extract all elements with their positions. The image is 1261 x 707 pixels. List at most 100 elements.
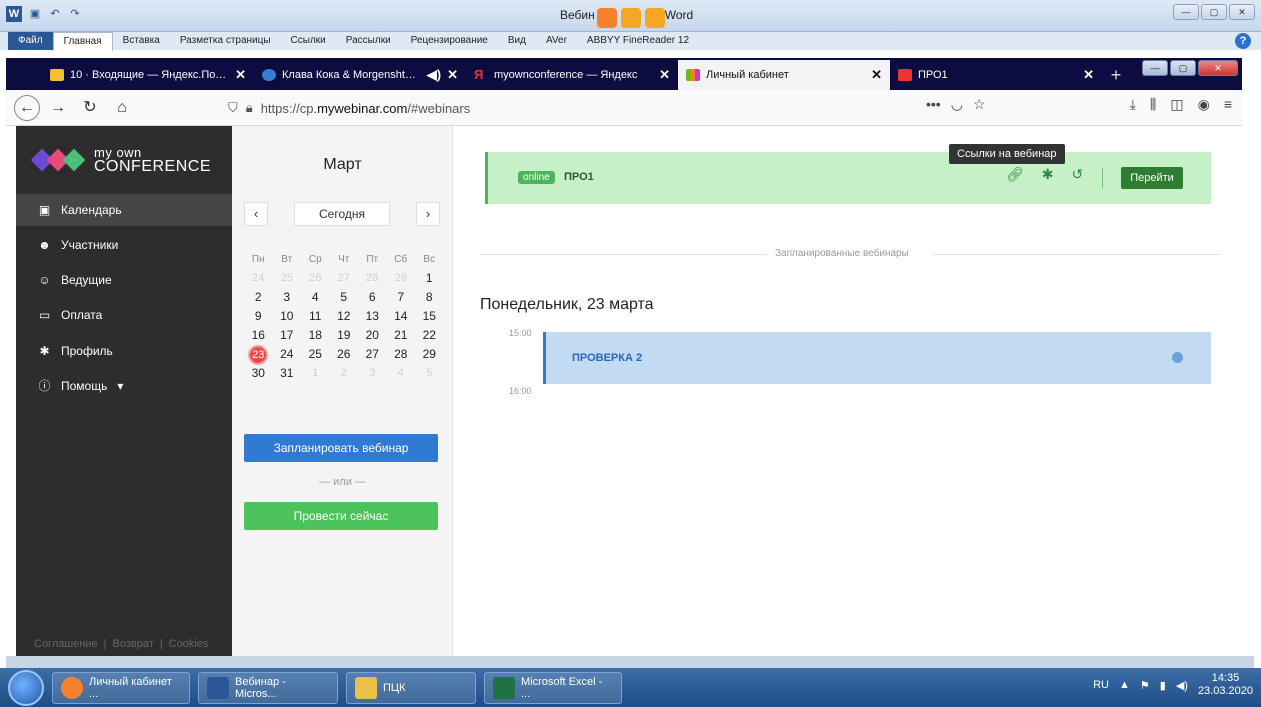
calendar-day[interactable]: 1: [415, 269, 444, 288]
calendar-day[interactable]: 4: [301, 288, 330, 307]
tab-yandex-search[interactable]: Я myownconference — Яндекс ✕: [466, 60, 678, 90]
sidebar-item-help[interactable]: ⓘ Помощь ▾: [16, 370, 232, 402]
ribbon-tab-abbyy[interactable]: ABBYY FineReader 12: [577, 32, 699, 50]
volume-icon[interactable]: ◀): [1176, 679, 1188, 692]
menu-icon[interactable]: ≡: [1224, 96, 1232, 113]
calendar-day[interactable]: 19: [330, 326, 359, 345]
microphone-icon[interactable]: [645, 8, 665, 28]
logo[interactable]: my own CONFERENCE: [30, 146, 211, 175]
home-icon[interactable]: ⌂: [108, 94, 136, 122]
file-menu[interactable]: Файл: [8, 32, 53, 50]
calendar-day[interactable]: 2: [330, 364, 359, 383]
prev-month-button[interactable]: ‹: [244, 202, 268, 226]
firefox-icon[interactable]: [597, 8, 617, 28]
calendar-day[interactable]: 6: [358, 288, 387, 307]
account-icon[interactable]: ◉: [1198, 96, 1210, 113]
close-tab-icon[interactable]: ✕: [871, 67, 882, 83]
link-icon[interactable]: 🔗︎: [1006, 166, 1024, 183]
webinar-title[interactable]: ПРОВЕРКА 2: [572, 352, 642, 364]
calendar-day[interactable]: 27: [358, 345, 387, 364]
close-tab-icon[interactable]: ✕: [659, 67, 670, 83]
close-tab-icon[interactable]: ✕: [1083, 67, 1094, 83]
go-button[interactable]: Перейти: [1121, 167, 1183, 189]
network-icon[interactable]: ▮: [1160, 679, 1166, 692]
forward-arrow-icon[interactable]: →: [44, 94, 72, 122]
history-icon[interactable]: ↺: [1072, 166, 1084, 183]
cookies-link[interactable]: Cookies: [169, 638, 209, 650]
calendar-day[interactable]: 27: [330, 269, 359, 288]
calendar-day[interactable]: 24: [244, 269, 273, 288]
calendar-day[interactable]: 15: [415, 307, 444, 326]
ribbon-tab-references[interactable]: Ссылки: [281, 32, 336, 50]
ribbon-tab-mailings[interactable]: Рассылки: [336, 32, 401, 50]
camera-icon[interactable]: [621, 8, 641, 28]
refund-link[interactable]: Возврат: [113, 638, 154, 650]
speaker-icon[interactable]: ◀): [427, 67, 441, 83]
minimize-button[interactable]: —: [1173, 4, 1199, 20]
close-button[interactable]: ✕: [1198, 60, 1238, 76]
close-tab-icon[interactable]: ✕: [447, 67, 458, 83]
calendar-day[interactable]: 17: [273, 326, 302, 345]
calendar-day[interactable]: 10: [273, 307, 302, 326]
ribbon-tab-layout[interactable]: Разметка страницы: [170, 32, 281, 50]
calendar-day[interactable]: 13: [358, 307, 387, 326]
sidebar-item-profile[interactable]: ✱ Профиль: [16, 335, 232, 367]
schedule-webinar-button[interactable]: Запланировать вебинар: [244, 434, 438, 462]
lock-icon[interactable]: 🔒︎: [246, 100, 253, 116]
calendar-day[interactable]: 24: [273, 345, 302, 364]
next-month-button[interactable]: ›: [416, 202, 440, 226]
tray-expand-icon[interactable]: ▲: [1119, 679, 1130, 691]
calendar-day[interactable]: 30: [244, 364, 273, 383]
close-tab-icon[interactable]: ✕: [235, 67, 246, 83]
word-logo-icon[interactable]: W: [6, 6, 22, 22]
minimize-button[interactable]: —: [1142, 60, 1168, 76]
calendar-day[interactable]: 2: [244, 288, 273, 307]
calendar-day[interactable]: 16: [244, 326, 273, 345]
ribbon-tab-insert[interactable]: Вставка: [113, 32, 170, 50]
calendar-day[interactable]: 25: [273, 269, 302, 288]
download-icon[interactable]: ⤓: [1130, 96, 1136, 113]
sidebar-item-presenters[interactable]: ☺ Ведущие: [16, 264, 232, 296]
calendar-day[interactable]: 29: [387, 269, 416, 288]
agreement-link[interactable]: Соглашение: [34, 638, 98, 650]
start-now-button[interactable]: Провести сейчас: [244, 502, 438, 530]
scheduled-webinar-card[interactable]: ПРОВЕРКА 2: [543, 332, 1211, 384]
tab-music[interactable]: Клава Кока & Morgenshtern ◀) ✕: [254, 60, 466, 90]
calendar-day[interactable]: 3: [358, 364, 387, 383]
redo-icon[interactable]: ↷: [68, 7, 82, 21]
ribbon-tab-review[interactable]: Рецензирование: [401, 32, 498, 50]
sidebar-item-payment[interactable]: ▭ Оплата: [16, 299, 232, 331]
maximize-button[interactable]: ▢: [1201, 4, 1227, 20]
reload-icon[interactable]: ↻: [76, 94, 104, 122]
page-actions-icon[interactable]: •••: [926, 96, 941, 113]
calendar-day[interactable]: 5: [330, 288, 359, 307]
taskbar-item-word[interactable]: Вебинар - Micros...: [198, 671, 338, 704]
sidebar-icon[interactable]: ◫: [1170, 96, 1183, 113]
calendar-day[interactable]: 5: [415, 364, 444, 383]
shield-icon[interactable]: ⛉: [228, 100, 238, 116]
sidebar-item-participants[interactable]: ☻ Участники: [16, 229, 232, 261]
online-webinar-card[interactable]: online ПРО1 🔗︎ ✱ ↺ Перейти: [485, 152, 1211, 204]
sidebar-item-calendar[interactable]: ▣ Календарь: [16, 194, 232, 226]
calendar-day[interactable]: 7: [387, 288, 416, 307]
webinar-title[interactable]: ПРО1: [564, 171, 594, 183]
calendar-day[interactable]: 1: [301, 364, 330, 383]
taskbar-item-excel[interactable]: Microsoft Excel - ...: [484, 671, 622, 704]
calendar-day[interactable]: 12: [330, 307, 359, 326]
calendar-day[interactable]: 18: [301, 326, 330, 345]
url-bar[interactable]: ⛉ 🔒︎ https://cp.mywebinar.com/#webinars: [228, 94, 998, 122]
back-arrow-icon[interactable]: ←: [14, 94, 40, 121]
more-icon[interactable]: [1172, 352, 1183, 363]
calendar-day[interactable]: 8: [415, 288, 444, 307]
tab-yandex-mail[interactable]: 10 · Входящие — Яндекс.Почта ✕: [42, 60, 254, 90]
clock[interactable]: 14:35 23.03.2020: [1198, 672, 1253, 698]
calendar-day[interactable]: 9: [244, 307, 273, 326]
flag-icon[interactable]: ⚑: [1140, 679, 1150, 692]
calendar-day-selected[interactable]: 23: [244, 345, 273, 365]
ribbon-tab-home[interactable]: Главная: [52, 31, 113, 51]
calendar-day[interactable]: 26: [301, 269, 330, 288]
calendar-day[interactable]: 25: [301, 345, 330, 364]
gear-icon[interactable]: ✱: [1042, 166, 1054, 183]
ribbon-tab-aver[interactable]: AVer: [536, 32, 577, 50]
maximize-button[interactable]: ▢: [1170, 60, 1196, 76]
